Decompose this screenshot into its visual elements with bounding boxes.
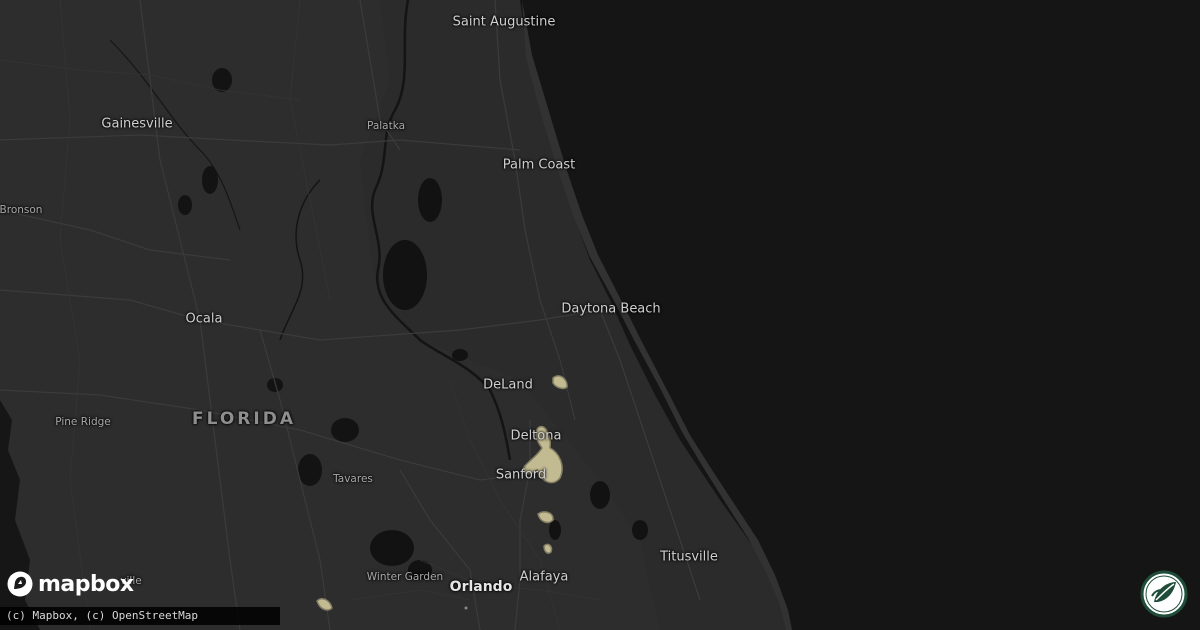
city-label-winter-garden: Winter Garden <box>366 571 444 583</box>
city-label-deland: DeLand <box>483 377 533 393</box>
city-label-deltona: Deltona <box>510 428 562 444</box>
city-label-ocala: Ocala <box>185 311 223 327</box>
mapbox-logo[interactable]: mapbox <box>6 570 134 598</box>
city-label-gainesville: Gainesville <box>101 116 173 132</box>
city-label-pine-ridge: Pine Ridge <box>55 416 111 428</box>
mapbox-logo-icon <box>7 571 33 597</box>
state-label: FLORIDA <box>192 409 296 429</box>
map-attribution[interactable]: (c) Mapbox, (c) OpenStreetMap <box>0 607 280 625</box>
city-label-orlando: Orlando <box>449 579 513 595</box>
city-label-daytona-beach: Daytona Beach <box>561 301 661 317</box>
leaf-badge-icon <box>1140 570 1188 618</box>
city-label-titusville: Titusville <box>660 549 718 565</box>
map-view[interactable]: Saint Augustine Gainesville Palatka Palm… <box>0 0 1200 630</box>
city-label-palatka: Palatka <box>366 120 406 132</box>
city-label-alafaya: Alafaya <box>519 569 569 585</box>
city-label-tavares: Tavares <box>333 473 373 485</box>
city-label-saint-augustine: Saint Augustine <box>452 14 556 30</box>
mapbox-logo-text: mapbox <box>38 571 134 597</box>
city-label-palm-coast: Palm Coast <box>502 157 576 173</box>
city-label-bronson: Bronson <box>0 204 43 216</box>
city-label-sanford: Sanford <box>495 467 547 483</box>
